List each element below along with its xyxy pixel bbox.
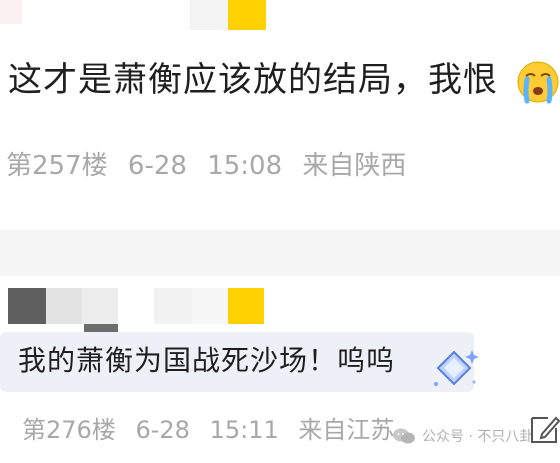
watermark-text: 公众号 · 不只八卦 <box>422 429 534 445</box>
blurred-avatar-pixel <box>154 288 192 324</box>
blurred-avatar-pixel <box>190 0 228 30</box>
floor-number: 第257楼 <box>6 151 108 181</box>
floor-number: 第276楼 <box>22 416 116 444</box>
card-divider <box>0 230 560 276</box>
comment-meta: 第276楼 6-28 15:11 来自江苏 <box>22 411 394 449</box>
blurred-avatar-pixel <box>192 288 228 324</box>
diamond-badge-icon <box>434 350 479 386</box>
blurred-avatar-pixel <box>228 0 266 30</box>
comment-text: 这才是萧衡应该放的结局，我恨 <box>8 60 498 100</box>
wechat-icon <box>393 428 415 444</box>
comment-location: 来自陕西 <box>302 151 407 181</box>
blurred-avatar-pixel <box>228 288 264 324</box>
comment-location: 来自江苏 <box>298 416 395 444</box>
blurred-avatar-pixel <box>82 288 118 324</box>
comment-text: 我的萧衡为国战死沙场！呜呜 <box>18 344 396 377</box>
comment-date: 6-28 <box>135 416 190 444</box>
blurred-avatar-pixel <box>46 288 82 324</box>
crying-emoji-icon <box>517 61 559 104</box>
edit-icon[interactable] <box>528 412 560 446</box>
comment-meta: 第257楼 6-28 15:08 来自陕西 <box>6 146 406 186</box>
comment-date: 6-28 <box>127 151 187 181</box>
comment-card-257: 这才是萧衡应该放的结局，我恨 第257楼 6-28 15:08 来自陕西 <box>0 0 560 230</box>
comment-time: 15:08 <box>207 151 283 181</box>
watermark: 公众号 · 不只八卦 <box>392 426 533 446</box>
blurred-avatar-pixel <box>0 0 22 24</box>
comment-time: 15:11 <box>209 416 279 444</box>
blurred-avatar-pixel <box>8 288 46 324</box>
